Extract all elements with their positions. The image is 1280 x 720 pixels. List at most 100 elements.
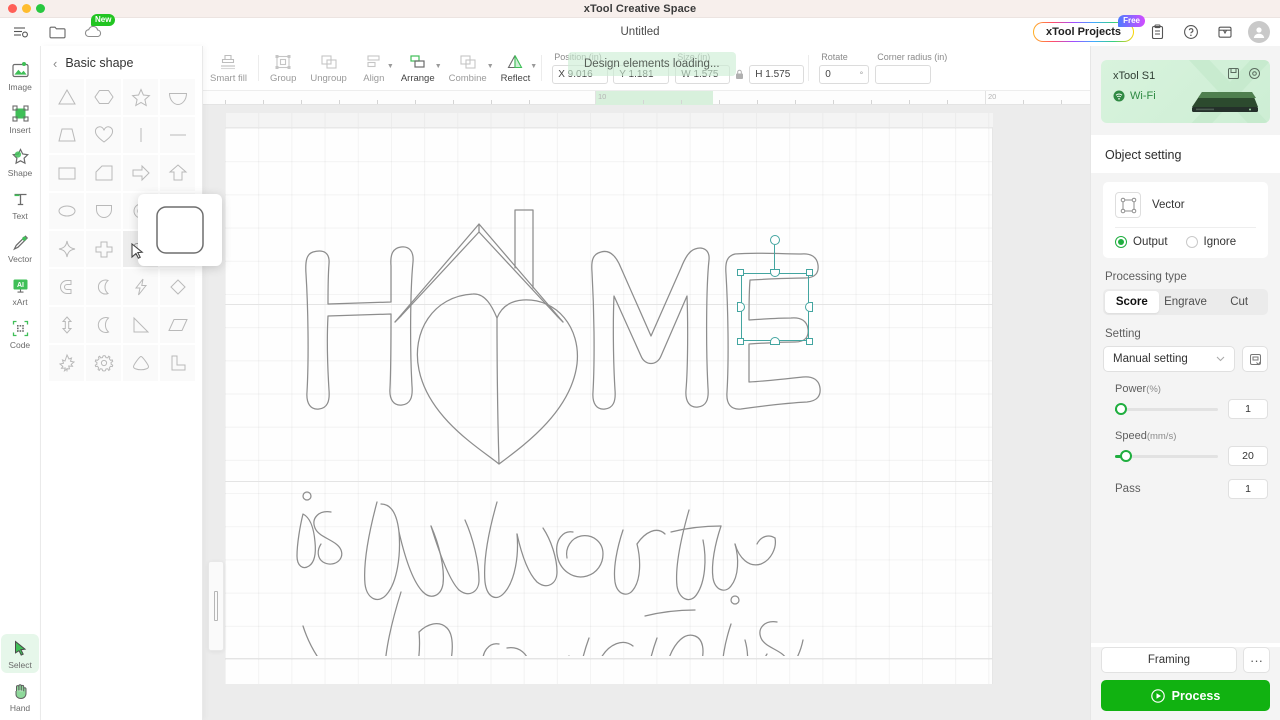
shape-cell-arrow-up[interactable] xyxy=(159,154,196,192)
canvas-area[interactable]: 10 20 xyxy=(203,91,1090,720)
ungroup-icon xyxy=(321,54,337,69)
shape-cell-ellipse[interactable] xyxy=(48,192,85,230)
shape-cell-crescent-c[interactable] xyxy=(85,268,122,306)
toolbar-group[interactable]: Group xyxy=(263,53,303,84)
rotate-handle[interactable] xyxy=(769,235,780,245)
resize-handle-bl[interactable] xyxy=(737,338,744,345)
align-chevron-down-icon[interactable]: ▼ xyxy=(387,63,394,70)
shape-cell-c-bracket[interactable] xyxy=(48,268,85,306)
radio-ignore[interactable]: Ignore xyxy=(1185,236,1236,248)
select-cursor-icon xyxy=(14,640,26,656)
toolbar-smart-fill[interactable]: Smart fill xyxy=(203,53,254,84)
canvas-board[interactable] xyxy=(225,128,993,684)
sidebar-item-code[interactable]: Code xyxy=(1,314,39,353)
shape-cell-lightning[interactable] xyxy=(122,268,159,306)
shape-cell-horizontal-line[interactable] xyxy=(159,116,196,154)
reflect-chevron-down-icon[interactable]: ▼ xyxy=(530,63,537,70)
speed-slider-knob[interactable] xyxy=(1120,450,1132,462)
shape-cell-cross[interactable] xyxy=(85,230,122,268)
device-controls xyxy=(1227,67,1261,80)
shape-cell-double-arrow-vertical[interactable] xyxy=(48,306,85,344)
sidebar-item-xart[interactable]: AI xArt xyxy=(1,271,39,310)
shape-cell-fan[interactable] xyxy=(159,78,196,116)
sidebar-item-text[interactable]: Text xyxy=(1,185,39,224)
shape-cell-arrow-right[interactable] xyxy=(122,154,159,192)
toolbar-reflect[interactable]: Reflect ▼ xyxy=(494,53,537,84)
loading-toast: Design elements loading... xyxy=(568,52,736,76)
framing-row: Framing ··· xyxy=(1101,647,1270,673)
shape-cell-pentagon-left[interactable] xyxy=(85,154,122,192)
toolbar-ungroup[interactable]: Ungroup xyxy=(303,53,353,84)
sidebar-item-select[interactable]: Select xyxy=(1,634,39,673)
more-options-button[interactable]: ··· xyxy=(1243,647,1270,673)
shape-cell-rounded-triangle[interactable] xyxy=(122,344,159,382)
resize-handle-tr[interactable] xyxy=(806,269,813,276)
process-button[interactable]: Process xyxy=(1101,680,1270,711)
shape-cell-half-round[interactable] xyxy=(85,192,122,230)
shape-cell-heart[interactable] xyxy=(85,116,122,154)
shape-cell-right-triangle[interactable] xyxy=(122,306,159,344)
output-ignore-radios: Output Ignore xyxy=(1115,236,1256,248)
resize-handle-bottom[interactable] xyxy=(770,337,780,345)
shape-cell-maple-leaf[interactable] xyxy=(48,344,85,382)
toolbar-arrange[interactable]: Arrange ▼ xyxy=(394,53,442,84)
aspect-lock-icon[interactable] xyxy=(735,69,744,80)
tab-score[interactable]: Score xyxy=(1105,291,1159,313)
sidebar-item-vector[interactable]: Vector xyxy=(1,228,39,267)
clipboard-icon[interactable] xyxy=(1146,21,1168,43)
rotate-input[interactable]: 0 ° xyxy=(819,65,870,84)
canvas-panel-toggle[interactable] xyxy=(208,561,224,651)
shape-cell-trapezoid[interactable] xyxy=(48,116,85,154)
tab-cut[interactable]: Cut xyxy=(1212,291,1266,313)
shape-cell-moon[interactable] xyxy=(85,306,122,344)
shape-cell-hexagon[interactable] xyxy=(85,78,122,116)
tab-engrave[interactable]: Engrave xyxy=(1159,291,1213,313)
sidebar-item-insert[interactable]: Insert xyxy=(1,99,39,138)
power-slider-knob[interactable] xyxy=(1115,403,1127,415)
store-icon[interactable] xyxy=(1214,21,1236,43)
xtool-projects-button[interactable]: xTool Projects Free xyxy=(1033,15,1145,42)
shape-cell-star-5[interactable] xyxy=(122,78,159,116)
help-icon[interactable] xyxy=(1180,21,1202,43)
shape-cell-l-shape[interactable] xyxy=(159,344,196,382)
shape-cell-gear[interactable] xyxy=(85,344,122,382)
resize-handle-br[interactable] xyxy=(806,338,813,345)
power-slider[interactable] xyxy=(1115,402,1218,416)
shape-cell-vertical-line[interactable] xyxy=(122,116,159,154)
shape-cell-rectangle[interactable] xyxy=(48,154,85,192)
toolbar-combine[interactable]: Combine ▼ xyxy=(442,53,494,84)
shape-cell-sparkle-4[interactable] xyxy=(48,230,85,268)
resize-handle-right[interactable] xyxy=(805,302,813,312)
device-card[interactable]: xTool S1 Wi-Fi xyxy=(1101,60,1270,123)
resize-handle-tl[interactable] xyxy=(737,269,744,276)
sidebar-item-shape[interactable]: Shape xyxy=(1,142,39,181)
arrange-chevron-down-icon[interactable]: ▼ xyxy=(435,63,442,70)
save-material-preset-button[interactable] xyxy=(1242,346,1268,372)
speed-slider[interactable] xyxy=(1115,449,1218,463)
processing-type-segment: Score Engrave Cut xyxy=(1103,289,1268,315)
corner-radius-input[interactable] xyxy=(875,65,932,84)
toolbar-align[interactable]: Align ▼ xyxy=(354,53,394,84)
pass-value-input[interactable]: 1 xyxy=(1228,479,1268,499)
setting-mode-select[interactable]: Manual setting xyxy=(1103,346,1235,372)
power-value-input[interactable]: 1 xyxy=(1228,399,1268,419)
horizontal-ruler[interactable]: 10 20 xyxy=(203,91,1090,105)
combine-chevron-down-icon[interactable]: ▼ xyxy=(487,63,494,70)
shape-cell-triangle[interactable] xyxy=(48,78,85,116)
rotate-value: 0 xyxy=(825,69,831,80)
avatar[interactable] xyxy=(1248,21,1270,43)
sidebar-item-image[interactable]: Image xyxy=(1,56,39,95)
hand-pan-icon xyxy=(15,684,26,700)
size-height-input[interactable]: H 1.575 xyxy=(749,65,805,84)
selection-box[interactable] xyxy=(737,235,813,345)
device-settings-gear-icon[interactable] xyxy=(1248,67,1261,80)
chevron-down-icon xyxy=(1216,356,1225,362)
back-chevron-icon[interactable]: ‹ xyxy=(53,57,57,70)
shape-cell-parallelogram[interactable] xyxy=(159,306,196,344)
device-save-icon[interactable] xyxy=(1227,67,1240,80)
sidebar-item-hand[interactable]: Hand xyxy=(1,677,39,716)
shape-cell-diamond[interactable] xyxy=(159,268,196,306)
speed-value-input[interactable]: 20 xyxy=(1228,446,1268,466)
radio-output[interactable]: Output xyxy=(1115,236,1168,248)
framing-button[interactable]: Framing xyxy=(1101,647,1237,673)
